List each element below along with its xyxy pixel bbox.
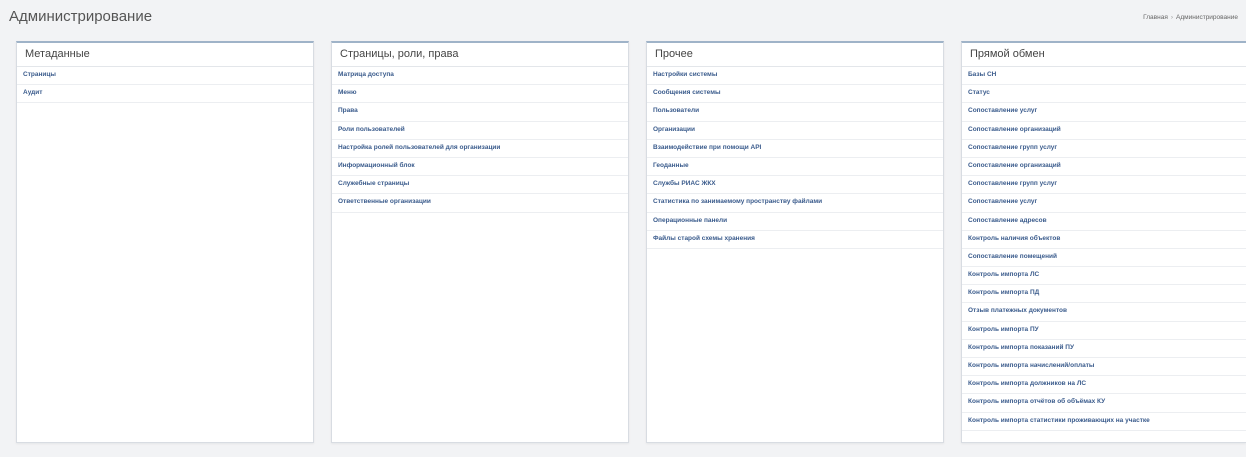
link-pages[interactable]: Страницы bbox=[17, 67, 313, 86]
link-file-storage-stats[interactable]: Статистика по занимаемому пространству ф… bbox=[647, 194, 943, 213]
panel-link-list: Настройки системы Сообщения системы Поль… bbox=[647, 67, 943, 249]
link-status[interactable]: Статус bbox=[962, 85, 1246, 104]
link-rights[interactable]: Права bbox=[332, 103, 628, 122]
link-ls-import-control[interactable]: Контроль импорта ЛС bbox=[962, 267, 1246, 286]
link-user-roles[interactable]: Роли пользователей bbox=[332, 122, 628, 140]
breadcrumb-home-link[interactable]: Главная bbox=[1143, 14, 1168, 21]
link-system-messages[interactable]: Сообщения системы bbox=[647, 85, 943, 104]
panel-link-list: Базы СН Статус Сопоставление услуг Сопос… bbox=[962, 67, 1246, 431]
link-pu-readings-import-control[interactable]: Контроль импорта показаний ПУ bbox=[962, 340, 1246, 358]
link-legacy-storage-files[interactable]: Файлы старой схемы хранения bbox=[647, 231, 943, 249]
link-ku-volume-reports-import-control[interactable]: Контроль импорта отчётов об объёмах КУ bbox=[962, 394, 1246, 413]
link-system-settings[interactable]: Настройки системы bbox=[647, 67, 943, 86]
panel-link-list: Матрица доступа Меню Права Роли пользова… bbox=[332, 67, 628, 213]
link-org-mapping-2[interactable]: Сопоставление организаций bbox=[962, 158, 1246, 177]
panel-title: Страницы, роли, права bbox=[332, 43, 628, 67]
link-info-block[interactable]: Информационный блок bbox=[332, 158, 628, 177]
link-pu-import-control[interactable]: Контроль импорта ПУ bbox=[962, 322, 1246, 340]
link-premises-mapping[interactable]: Сопоставление помещений bbox=[962, 249, 1246, 268]
link-service-mapping[interactable]: Сопоставление услуг bbox=[962, 103, 1246, 122]
link-menu[interactable]: Меню bbox=[332, 85, 628, 104]
breadcrumb: Главная › Администрирование bbox=[1143, 14, 1238, 21]
link-service-group-mapping[interactable]: Сопоставление групп услуг bbox=[962, 140, 1246, 158]
panel-title: Прочее bbox=[647, 43, 943, 67]
panel-title: Прямой обмен bbox=[962, 43, 1246, 67]
breadcrumb-current: Администрирование bbox=[1176, 14, 1238, 21]
link-sn-bases[interactable]: Базы СН bbox=[962, 67, 1246, 86]
panel-title: Метаданные bbox=[17, 43, 313, 67]
link-object-presence-control[interactable]: Контроль наличия объектов bbox=[962, 231, 1246, 249]
breadcrumb-separator: › bbox=[1170, 14, 1174, 21]
panel-other: Прочее Настройки системы Сообщения систе… bbox=[646, 41, 944, 443]
link-org-mapping[interactable]: Сопоставление организаций bbox=[962, 122, 1246, 140]
link-service-group-mapping-2[interactable]: Сопоставление групп услуг bbox=[962, 176, 1246, 195]
link-debtors-import-control[interactable]: Контроль импорта должников на ЛС bbox=[962, 376, 1246, 395]
link-operational-panels[interactable]: Операционные панели bbox=[647, 213, 943, 231]
page-header: Администрирование Главная › Администриро… bbox=[0, 0, 1246, 36]
panel-metadata: Метаданные Страницы Аудит bbox=[16, 41, 314, 443]
link-service-mapping-2[interactable]: Сопоставление услуг bbox=[962, 194, 1246, 213]
link-address-mapping[interactable]: Сопоставление адресов bbox=[962, 213, 1246, 231]
link-access-matrix[interactable]: Матрица доступа bbox=[332, 67, 628, 86]
page-title: Администрирование bbox=[9, 8, 153, 25]
link-payment-doc-revocation[interactable]: Отзыв платежных документов bbox=[962, 303, 1246, 322]
link-resident-stats-import-control[interactable]: Контроль импорта статистики проживающих … bbox=[962, 413, 1246, 431]
link-api-interaction[interactable]: Взаимодействие при помощи API bbox=[647, 140, 943, 158]
link-geodata[interactable]: Геоданные bbox=[647, 158, 943, 177]
link-organizations[interactable]: Организации bbox=[647, 122, 943, 140]
link-pd-import-control[interactable]: Контроль импорта ПД bbox=[962, 285, 1246, 304]
link-users[interactable]: Пользователи bbox=[647, 103, 943, 122]
link-org-role-settings[interactable]: Настройка ролей пользователей для органи… bbox=[332, 140, 628, 158]
panel-pages-roles-rights: Страницы, роли, права Матрица доступа Ме… bbox=[331, 41, 629, 443]
link-rias-services[interactable]: Службы РИАС ЖКХ bbox=[647, 176, 943, 195]
link-audit[interactable]: Аудит bbox=[17, 85, 313, 104]
panel-direct-exchange: Прямой обмен Базы СН Статус Сопоставлени… bbox=[961, 41, 1246, 443]
link-responsible-orgs[interactable]: Ответственные организации bbox=[332, 194, 628, 213]
link-charges-payments-import-control[interactable]: Контроль импорта начислений/оплаты bbox=[962, 358, 1246, 377]
panel-link-list: Страницы Аудит bbox=[17, 67, 313, 104]
link-service-pages[interactable]: Служебные страницы bbox=[332, 176, 628, 195]
